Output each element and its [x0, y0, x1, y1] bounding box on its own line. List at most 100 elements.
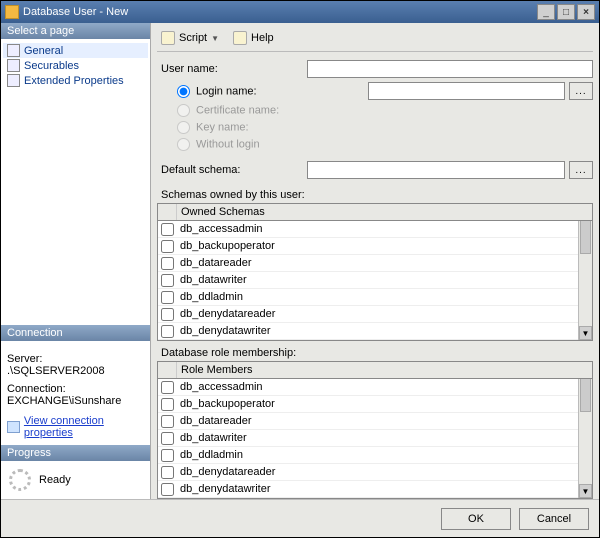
- login-name-radio[interactable]: [177, 85, 190, 98]
- schema-row-checkbox[interactable]: [161, 257, 174, 270]
- role-row-label: db_backupoperator: [176, 398, 578, 410]
- key-name-label: Key name:: [196, 121, 249, 133]
- view-connection-properties-link[interactable]: View connection properties: [7, 415, 144, 439]
- without-login-label: Without login: [196, 138, 260, 150]
- schema-row[interactable]: db_accessadmin: [158, 221, 578, 238]
- connection-panel: Server: .\SQLSERVER2008 Connection: EXCH…: [1, 341, 150, 445]
- role-row-checkbox[interactable]: [161, 432, 174, 445]
- roles-section-label: Database role membership:: [161, 347, 593, 359]
- ok-button[interactable]: OK: [441, 508, 511, 530]
- role-row-checkbox[interactable]: [161, 483, 174, 496]
- page-icon: [7, 44, 20, 57]
- schema-row-label: db_ddladmin: [176, 291, 578, 303]
- schema-row-checkbox[interactable]: [161, 274, 174, 287]
- login-name-browse-button[interactable]: ...: [569, 82, 593, 100]
- connection-header: Connection: [1, 325, 150, 341]
- role-row-checkbox[interactable]: [161, 381, 174, 394]
- page-icon: [7, 59, 20, 72]
- select-page-header: Select a page: [1, 23, 150, 39]
- schema-row-checkbox[interactable]: [161, 291, 174, 304]
- sidebar-item-label: Extended Properties: [24, 75, 124, 87]
- sidebar: Select a page General Securables Extended …: [1, 23, 151, 499]
- script-button[interactable]: Script ▼: [157, 29, 229, 47]
- user-name-label: User name:: [157, 63, 307, 75]
- schemas-scrollbar[interactable]: ▲ ▼: [578, 221, 592, 340]
- role-row-label: db_accessadmin: [176, 381, 578, 393]
- schema-row[interactable]: db_datareader: [158, 255, 578, 272]
- progress-status: Ready: [39, 474, 71, 486]
- schema-row-checkbox[interactable]: [161, 223, 174, 236]
- role-row[interactable]: db_denydatawriter: [158, 481, 578, 498]
- role-row[interactable]: db_backupoperator: [158, 396, 578, 413]
- progress-spinner-icon: [9, 469, 31, 491]
- script-dropdown-icon: ▼: [211, 34, 219, 43]
- schemas-column-header: Owned Schemas: [176, 204, 592, 220]
- without-login-radio: [177, 138, 190, 151]
- close-button[interactable]: ×: [577, 4, 595, 20]
- window-title: Database User - New: [23, 6, 128, 18]
- schema-row-label: db_datawriter: [176, 274, 578, 286]
- cancel-button[interactable]: Cancel: [519, 508, 589, 530]
- role-row-checkbox[interactable]: [161, 449, 174, 462]
- key-name-radio: [177, 121, 190, 134]
- schemas-grid: Owned Schemas db_accessadmin db_backupope…: [157, 203, 593, 341]
- scroll-down-icon[interactable]: ▼: [579, 326, 592, 340]
- role-row[interactable]: db_datareader: [158, 413, 578, 430]
- toolbar: Script ▼ Help: [157, 29, 593, 52]
- login-name-label: Login name:: [196, 85, 257, 97]
- sidebar-item-general[interactable]: General: [3, 43, 148, 58]
- schema-row[interactable]: db_denydatawriter: [158, 323, 578, 340]
- roles-grid: Role Members db_accessadmin db_backupoper…: [157, 361, 593, 499]
- title-bar: Database User - New _ □ ×: [1, 1, 599, 23]
- sidebar-item-extended-properties[interactable]: Extended Properties: [3, 73, 148, 88]
- schema-row-checkbox[interactable]: [161, 240, 174, 253]
- schema-row[interactable]: db_datawriter: [158, 272, 578, 289]
- help-label: Help: [251, 32, 274, 44]
- schema-row[interactable]: db_denydatareader: [158, 306, 578, 323]
- role-row-label: db_denydatareader: [176, 466, 578, 478]
- user-name-input[interactable]: [307, 60, 593, 78]
- sidebar-item-securables[interactable]: Securables: [3, 58, 148, 73]
- connection-label: Connection:: [7, 383, 144, 395]
- schema-row-label: db_denydatawriter: [176, 325, 578, 337]
- schema-row-label: db_accessadmin: [176, 223, 578, 235]
- dialog-footer: OK Cancel: [1, 499, 599, 537]
- help-icon: [233, 31, 247, 45]
- schema-row-checkbox[interactable]: [161, 325, 174, 338]
- role-row[interactable]: db_denydatareader: [158, 464, 578, 481]
- minimize-button[interactable]: _: [537, 4, 555, 20]
- default-schema-label: Default schema:: [157, 164, 307, 176]
- role-row[interactable]: db_accessadmin: [158, 379, 578, 396]
- role-row-checkbox[interactable]: [161, 415, 174, 428]
- sidebar-item-label: Securables: [24, 60, 79, 72]
- progress-header: Progress: [1, 445, 150, 461]
- certificate-name-radio: [177, 104, 190, 117]
- view-connection-properties-label: View connection properties: [24, 415, 144, 439]
- app-icon: [5, 5, 19, 19]
- login-name-input[interactable]: [368, 82, 565, 100]
- main-panel: Script ▼ Help User name: Login name: ...…: [151, 23, 599, 499]
- role-row-label: db_denydatawriter: [176, 483, 578, 495]
- role-row[interactable]: db_datawriter: [158, 430, 578, 447]
- help-button[interactable]: Help: [229, 29, 278, 47]
- maximize-button[interactable]: □: [557, 4, 575, 20]
- schema-row[interactable]: db_backupoperator: [158, 238, 578, 255]
- default-schema-input[interactable]: [307, 161, 565, 179]
- roles-scrollbar[interactable]: ▲ ▼: [578, 379, 592, 498]
- role-row-checkbox[interactable]: [161, 398, 174, 411]
- role-row-checkbox[interactable]: [161, 466, 174, 479]
- progress-panel: Ready: [1, 461, 150, 499]
- role-row[interactable]: db_ddladmin: [158, 447, 578, 464]
- roles-column-header: Role Members: [176, 362, 592, 378]
- role-row-label: db_datawriter: [176, 432, 578, 444]
- schema-row-label: db_denydatareader: [176, 308, 578, 320]
- schema-row[interactable]: db_ddladmin: [158, 289, 578, 306]
- server-label: Server:: [7, 353, 144, 365]
- schema-row-label: db_datareader: [176, 257, 578, 269]
- sidebar-item-label: General: [24, 45, 63, 57]
- scroll-down-icon[interactable]: ▼: [579, 484, 592, 498]
- page-list: General Securables Extended Properties: [1, 39, 150, 92]
- schema-row-checkbox[interactable]: [161, 308, 174, 321]
- default-schema-browse-button[interactable]: ...: [569, 161, 593, 179]
- connection-value: EXCHANGE\iSunshare: [7, 395, 144, 407]
